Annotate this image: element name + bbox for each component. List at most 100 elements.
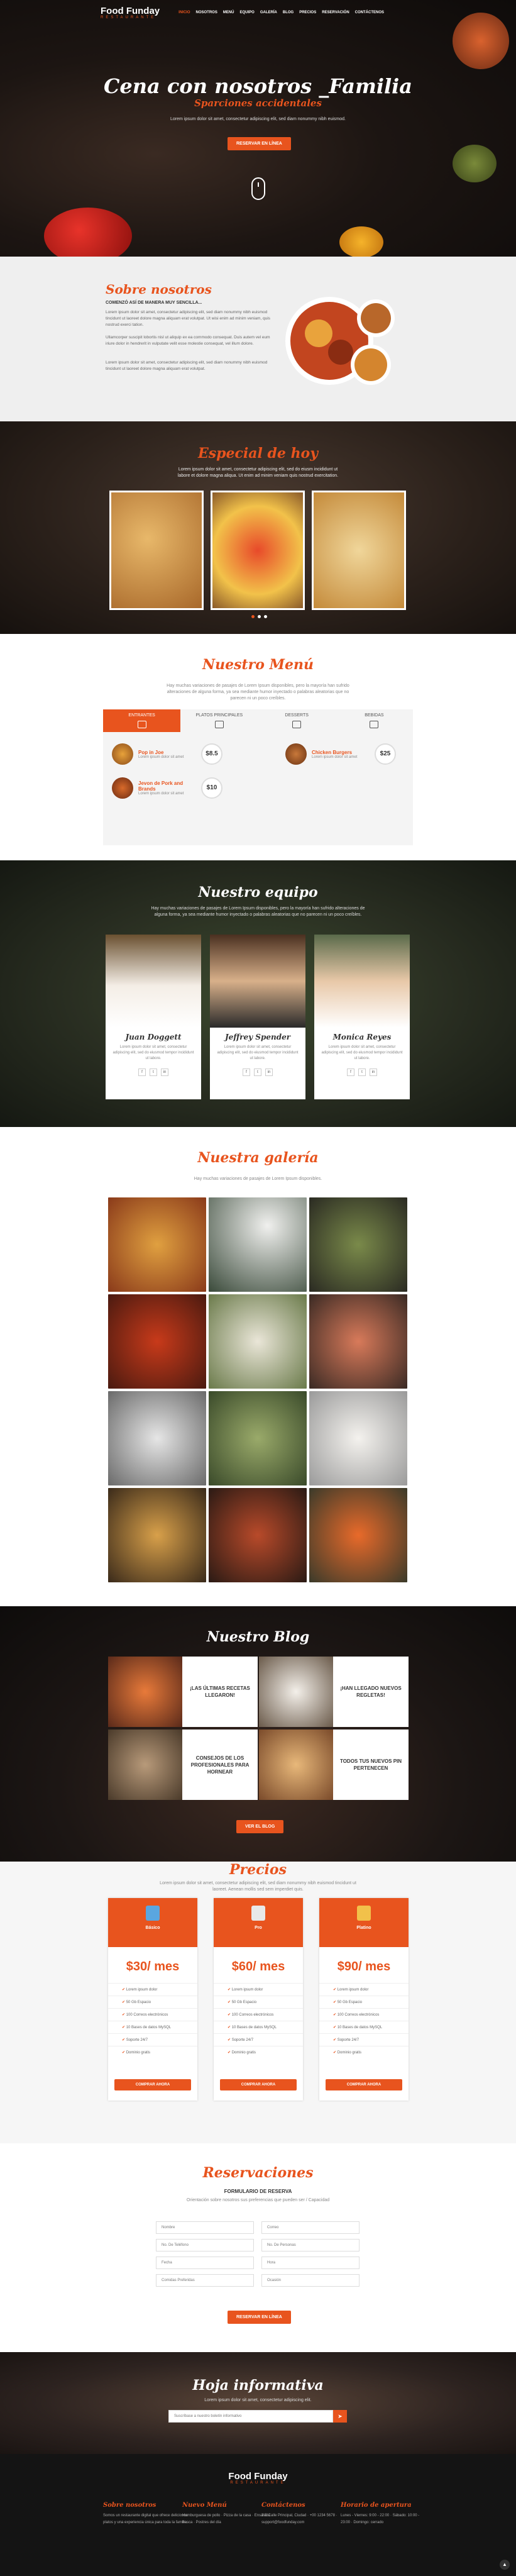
about-paragraph-3: Lorem ipsum dolor sit amet, consectetur … <box>106 360 268 371</box>
twitter-icon[interactable]: t <box>358 1069 366 1076</box>
facebook-icon[interactable]: f <box>243 1069 250 1076</box>
footer-col-text: Hamburguesa de pollo · Pizza de la casa … <box>182 2514 270 2524</box>
gallery-image[interactable] <box>108 1197 206 1292</box>
nav-item-equipo[interactable]: Equipo <box>240 11 255 14</box>
special-dish-3[interactable] <box>312 491 406 610</box>
menu-item-price: $10 <box>201 777 222 799</box>
gallery-image[interactable] <box>309 1294 407 1389</box>
footer-logo[interactable]: Food Funday RESTAURANTE <box>0 2472 516 2485</box>
nav-item-reservacion[interactable]: Reservación <box>322 11 349 14</box>
linkedin-icon[interactable]: in <box>161 1069 168 1076</box>
linkedin-icon[interactable]: in <box>265 1069 273 1076</box>
blog-post[interactable]: ¡Las últimas recetas llegaron! <box>108 1657 258 1727</box>
twitter-icon[interactable]: t <box>150 1069 157 1076</box>
reservations-section: Reservaciones FORMULARIO DE RESERVA Orie… <box>0 2143 516 2352</box>
footer-col-title: Horario de apertura <box>341 2502 412 2509</box>
send-icon[interactable]: ➤ <box>333 2410 347 2423</box>
gallery-image[interactable] <box>309 1391 407 1485</box>
time-field[interactable]: Hora <box>261 2257 360 2269</box>
menu-title: Nuestro Menú <box>202 657 314 673</box>
special-dish-2[interactable] <box>211 491 305 610</box>
member-bio: Lorem ipsum dolor sit amet, consectetur … <box>113 1045 194 1060</box>
twitter-icon[interactable]: t <box>254 1069 261 1076</box>
specials-text: Lorem ipsum dolor sit amet, consectetur … <box>177 467 339 478</box>
menu-section: Nuestro Menú Hay muchas variaciones de p… <box>0 634 516 860</box>
gallery-title: Nuestra galería <box>197 1150 319 1166</box>
buy-now-button[interactable]: Comprar ahora <box>114 2079 191 2090</box>
nav-item-contacto[interactable]: Contáctenos <box>355 11 384 14</box>
team-member-card: Juan Doggett Lorem ipsum dolor sit amet,… <box>106 935 201 1099</box>
gallery-image[interactable] <box>209 1294 307 1389</box>
plan-feature: 10 Bases de datos MySQL <box>319 2021 409 2033</box>
view-blog-button[interactable]: Ver el blog <box>236 1820 284 1833</box>
nav-item-blog[interactable]: Blog <box>283 11 294 14</box>
plan-amount: $90/ <box>337 1960 362 1974</box>
back-to-top-icon[interactable]: ▲ <box>500 2560 510 2570</box>
preferred-food-select[interactable]: Comidas Preferidas <box>156 2274 254 2287</box>
carousel-dot[interactable] <box>258 615 261 618</box>
plan-price: $30/ mes <box>108 1947 197 1983</box>
blog-post[interactable]: Consejos de los profesionales para horne… <box>108 1729 258 1800</box>
menu-item-name: Pop in Joe Lorem ipsum dolor sit amet <box>138 750 201 759</box>
footer-col-text: 3 B Calle Principal, Ciudad · +00 1234 5… <box>261 2514 338 2524</box>
book-online-button[interactable]: Reservar en línea <box>228 2311 291 2324</box>
scroll-down-icon[interactable] <box>251 177 265 200</box>
gallery-image[interactable] <box>209 1488 307 1582</box>
plan-features: Lorem ipsum dolor50 Gb Espacio100 Correo… <box>214 1983 303 2058</box>
people-select[interactable]: No. De Personas <box>261 2239 360 2251</box>
special-dish-1[interactable] <box>109 491 204 610</box>
buy-now-button[interactable]: Comprar ahora <box>220 2079 297 2090</box>
blog-post-title: ¡Han llegado nuevos regletas! <box>333 1657 409 1727</box>
occasion-select[interactable]: Ocasión <box>261 2274 360 2287</box>
plan-icon <box>146 1906 160 1921</box>
carousel-dot[interactable] <box>251 615 255 618</box>
menu-item-title: Jevon de Pork and Brands <box>138 780 184 792</box>
tab-entrantes[interactable]: Entrantes <box>103 709 181 732</box>
facebook-icon[interactable]: f <box>138 1069 146 1076</box>
email-field[interactable]: Correo <box>261 2221 360 2234</box>
nav-item-inicio[interactable]: Inicio <box>178 11 190 14</box>
tab-bebidas[interactable]: Bebidas <box>336 709 413 732</box>
gallery-image[interactable] <box>309 1488 407 1582</box>
nav-item-menu[interactable]: Menú <box>223 11 234 14</box>
plan-header: Básico <box>108 1898 197 1947</box>
gallery-image[interactable] <box>108 1488 206 1582</box>
nav-item-precios[interactable]: Precios <box>299 11 316 14</box>
phone-field[interactable]: No. De Teléfono <box>156 2239 254 2251</box>
hero-title: Cena con nosotros _Familia <box>103 74 413 98</box>
menu-item[interactable]: Jevon de Pork and Brands Lorem ipsum dolo… <box>112 777 222 799</box>
gallery-image[interactable] <box>209 1391 307 1485</box>
gallery-image[interactable] <box>309 1197 407 1292</box>
newsletter-email-input[interactable]: Suscríbase a nuestro boletín informativo <box>168 2410 333 2423</box>
menu-item-desc: Lorem ipsum dolor sit amet <box>138 755 184 759</box>
reservation-form-title: FORMULARIO DE RESERVA <box>224 2189 292 2194</box>
gallery-grid <box>108 1197 407 1582</box>
team-text: Hay muchas variaciones de pasajes de Lor… <box>151 906 365 917</box>
tab-desserts[interactable]: Desserts <box>258 709 336 732</box>
nav-item-galeria[interactable]: Galería <box>260 11 277 14</box>
gallery-image[interactable] <box>108 1294 206 1389</box>
carousel-dot[interactable] <box>264 615 267 618</box>
facebook-icon[interactable]: f <box>347 1069 354 1076</box>
gallery-image[interactable] <box>108 1391 206 1485</box>
plan-name: Básico <box>145 1926 160 1930</box>
date-field[interactable]: Fecha <box>156 2257 254 2269</box>
plan-period: mes <box>365 1960 391 1974</box>
linkedin-icon[interactable]: in <box>370 1069 377 1076</box>
plan-amount: $30/ <box>126 1960 151 1974</box>
member-name: Monica Reyes <box>332 1033 392 1041</box>
name-field[interactable]: Nombre <box>156 2221 254 2234</box>
plan-period: mes <box>260 1960 285 1974</box>
blog-post[interactable]: ¡Han llegado nuevos regletas! <box>259 1657 409 1727</box>
specials-section: Especial de hoy Lorem ipsum dolor sit am… <box>0 421 516 634</box>
menu-item[interactable]: Chicken Burgers Lorem ipsum dolor sit ame… <box>285 743 396 765</box>
reservation-text: Orientación sobre nosotros sus preferenc… <box>186 2198 330 2202</box>
tab-platos-principales[interactable]: Platos principales <box>180 709 258 732</box>
brand-logo[interactable]: Food Funday RESTAURANTE <box>101 6 160 19</box>
menu-item[interactable]: Pop in Joe Lorem ipsum dolor sit amet $8.… <box>112 743 222 765</box>
book-online-button[interactable]: Reservar en línea <box>228 137 291 150</box>
gallery-image[interactable] <box>209 1197 307 1292</box>
nav-item-nosotros[interactable]: Nosotros <box>196 11 217 14</box>
blog-post[interactable]: Todos tus nuevos pin PERTENECEN <box>259 1729 409 1800</box>
buy-now-button[interactable]: Comprar ahora <box>326 2079 402 2090</box>
